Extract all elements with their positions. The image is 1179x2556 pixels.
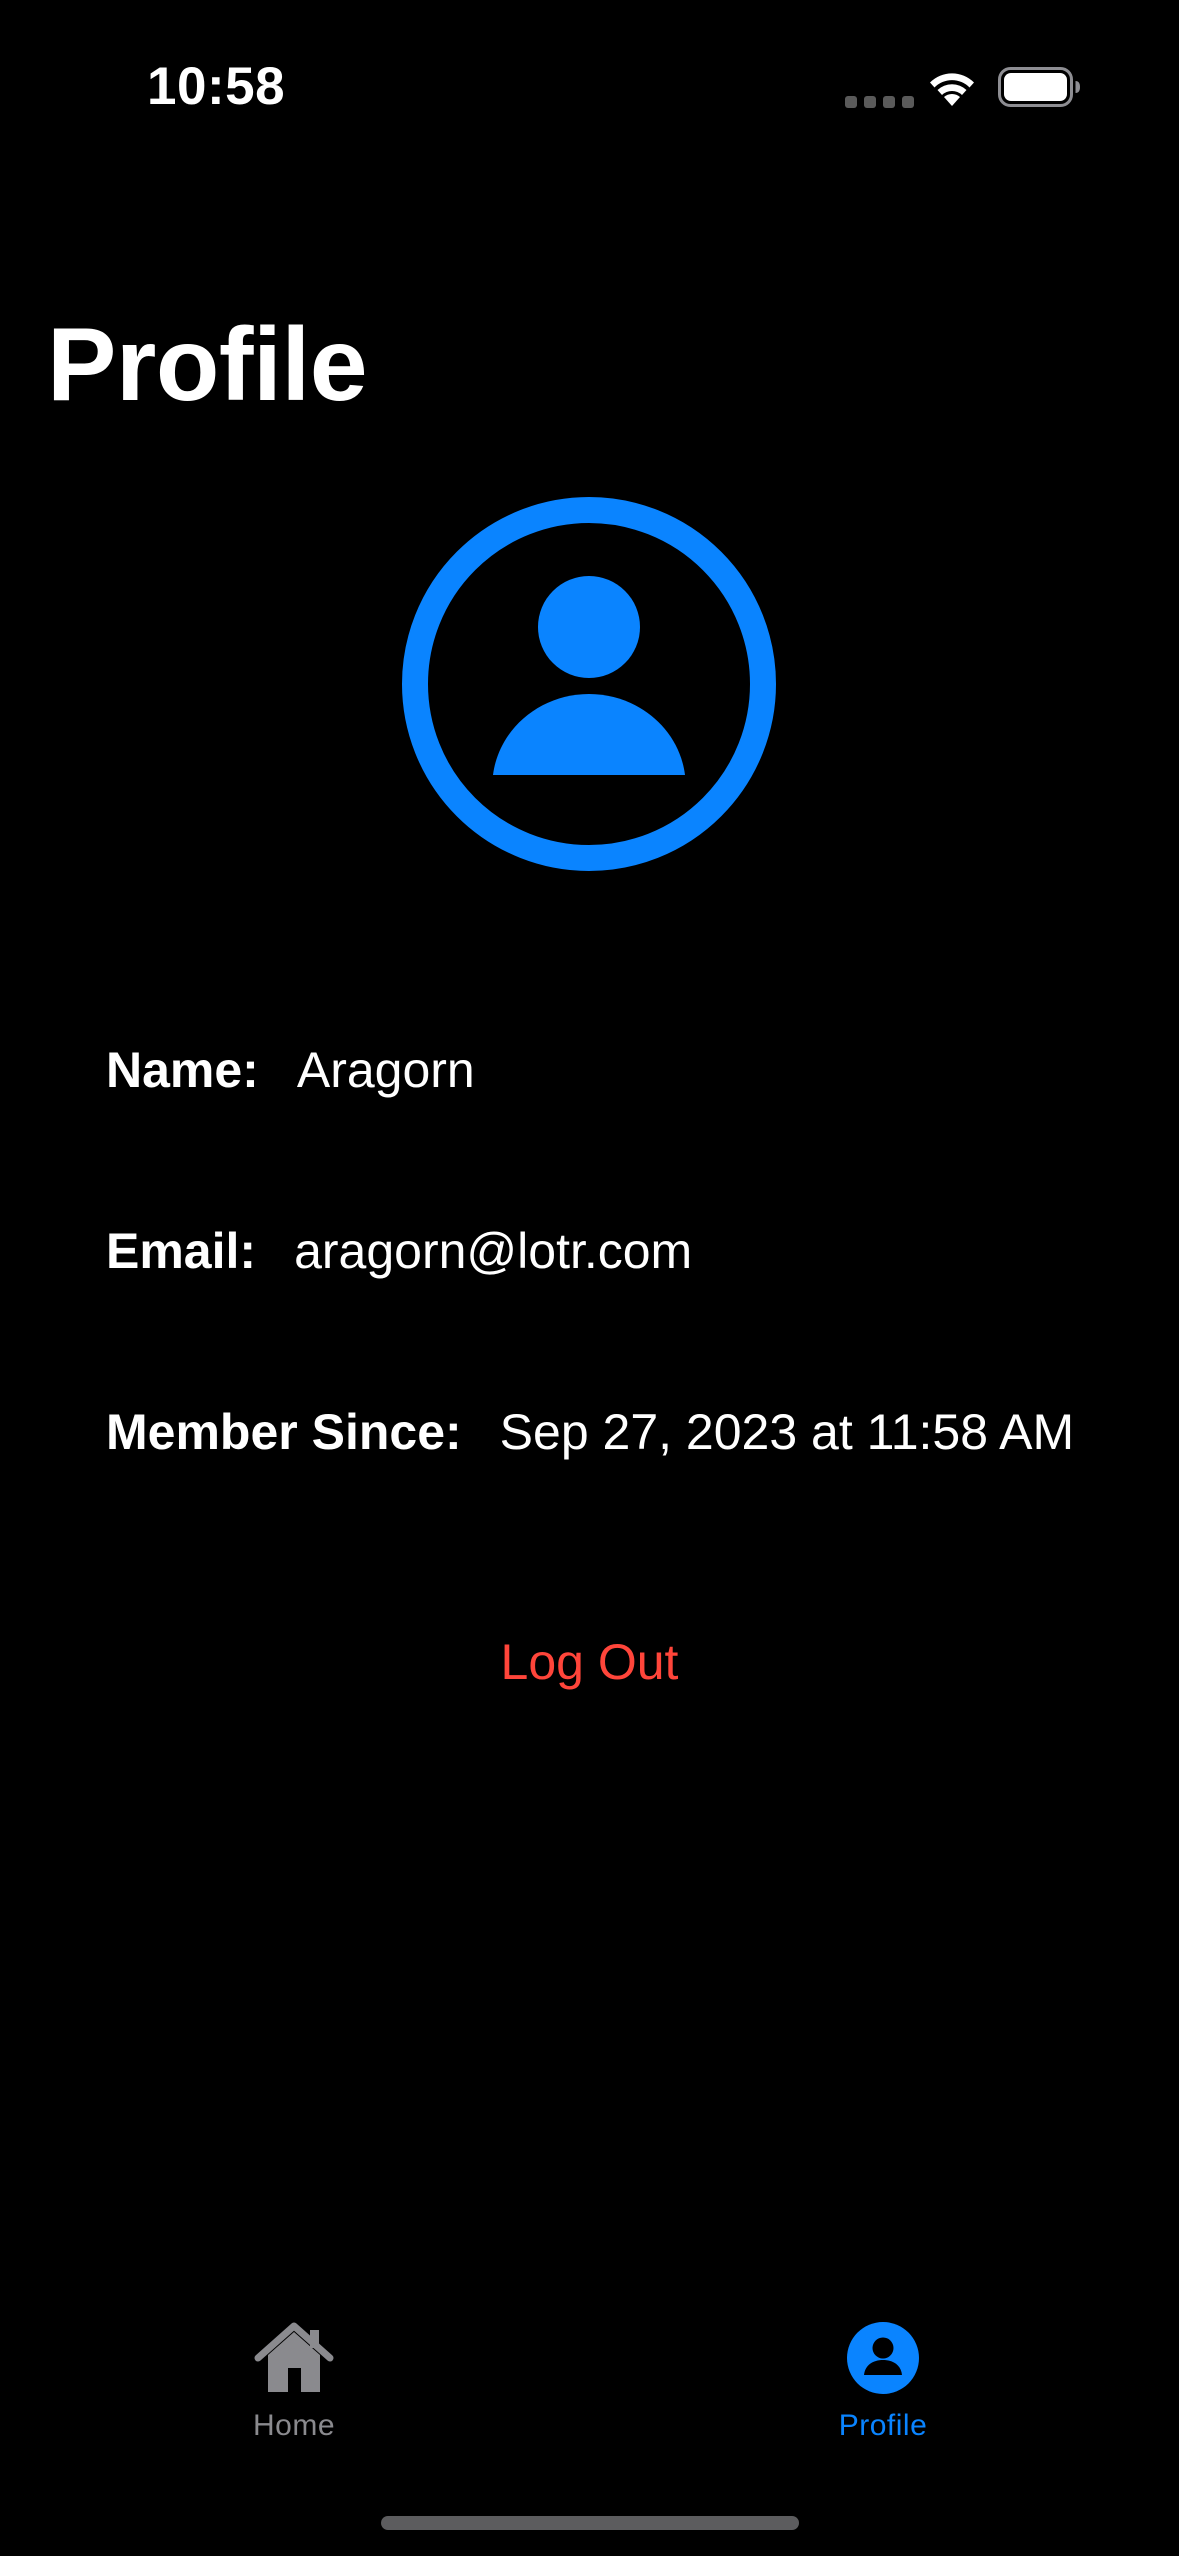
member-since-value: Sep 27, 2023 at 11:58 AM bbox=[499, 1404, 1075, 1460]
person-circle-icon bbox=[847, 2322, 919, 2394]
person-circle-icon bbox=[402, 497, 776, 871]
member-since-row: Member Since: Sep 27, 2023 at 11:58 AM bbox=[106, 1400, 1074, 1464]
tab-profile[interactable]: Profile bbox=[773, 2318, 993, 2458]
tab-home-label: Home bbox=[252, 2409, 336, 2442]
house-icon bbox=[254, 2322, 334, 2392]
email-value: aragorn@lotr.com bbox=[294, 1223, 693, 1279]
signal-icon bbox=[845, 96, 914, 108]
tab-home[interactable]: Home bbox=[184, 2318, 404, 2458]
email-label: Email: bbox=[106, 1223, 257, 1279]
home-indicator[interactable] bbox=[381, 2516, 799, 2530]
name-value: Aragorn bbox=[296, 1042, 475, 1098]
wifi-icon bbox=[930, 73, 974, 106]
member-since-label: Member Since: bbox=[106, 1404, 462, 1460]
status-time: 10:58 bbox=[147, 57, 286, 116]
battery-icon bbox=[998, 67, 1080, 107]
logout-button[interactable]: Log Out bbox=[0, 1630, 1179, 1694]
email-row: Email: aragorn@lotr.com bbox=[106, 1219, 692, 1283]
name-label: Name: bbox=[106, 1042, 259, 1098]
page-title: Profile bbox=[47, 307, 368, 423]
name-row: Name: Aragorn bbox=[106, 1038, 475, 1102]
tab-profile-label: Profile bbox=[838, 2409, 928, 2442]
